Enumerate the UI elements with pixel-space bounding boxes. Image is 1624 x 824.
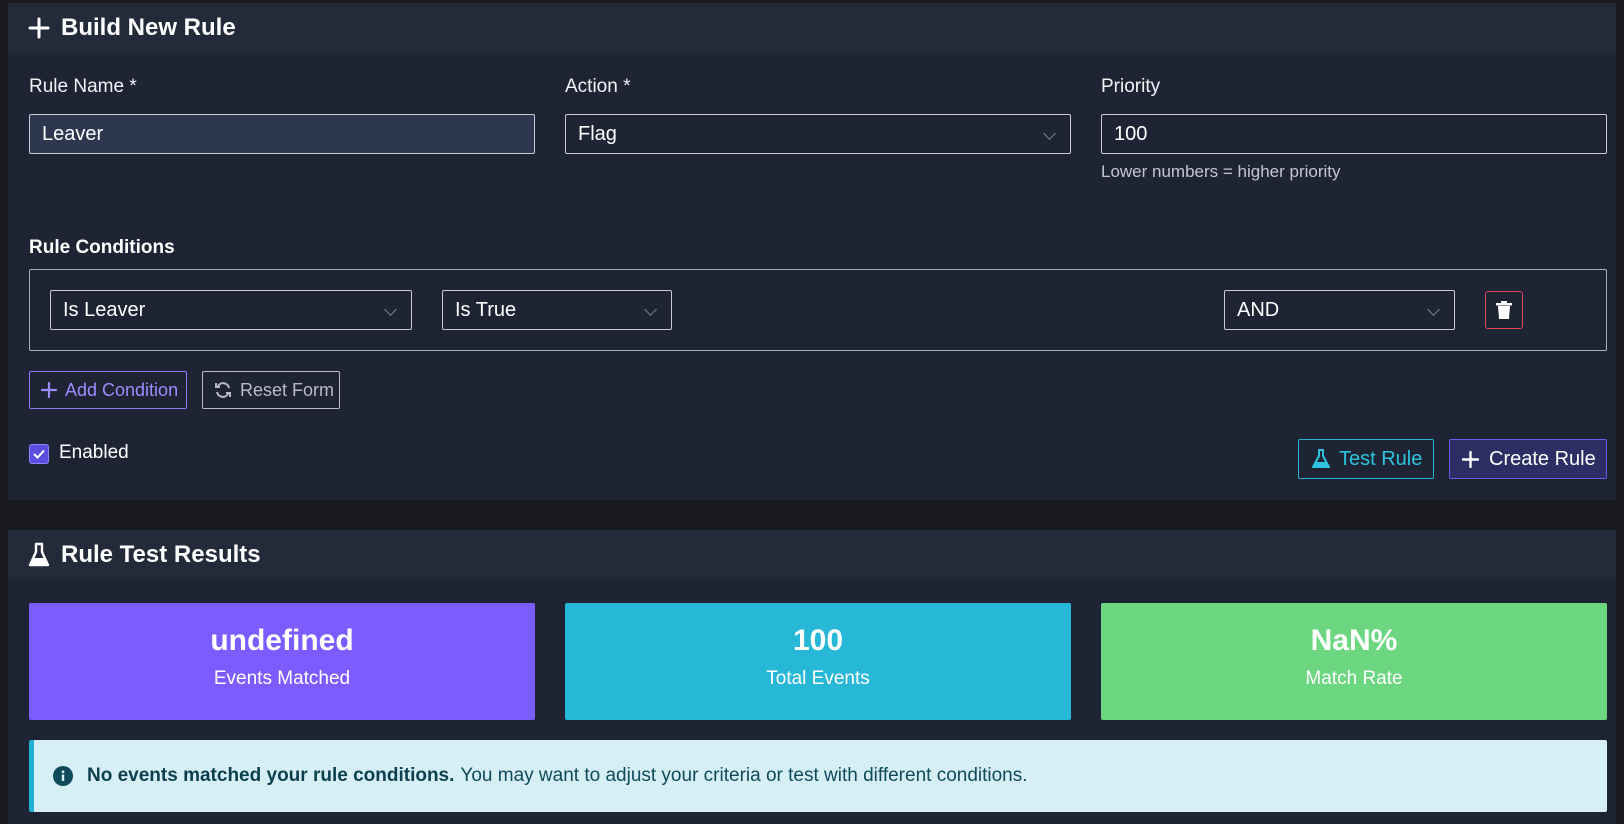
rule-name-label: Rule Name * — [29, 76, 137, 97]
plus-icon — [41, 382, 57, 398]
test-results-title: Rule Test Results — [61, 541, 261, 568]
test-rule-label: Test Rule — [1339, 447, 1423, 470]
stat-total-events: 100 Total Events — [565, 603, 1071, 720]
stat-match-rate: NaN% Match Rate — [1101, 603, 1607, 720]
condition-field-value: Is Leaver — [63, 298, 146, 321]
build-rule-header: Build New Rule — [8, 3, 1616, 53]
stat-value: NaN% — [1310, 624, 1398, 657]
action-select[interactable]: Flag — [565, 114, 1071, 154]
chevron-down-icon — [644, 303, 657, 316]
priority-label: Priority — [1101, 76, 1161, 97]
condition-operator-select[interactable]: Is True — [442, 290, 672, 330]
plus-icon — [1462, 450, 1479, 468]
create-rule-button[interactable]: Create Rule — [1449, 439, 1607, 479]
condition-operator-value: Is True — [455, 298, 517, 321]
refresh-icon — [214, 381, 232, 399]
rule-name-input[interactable]: Leaver — [29, 114, 535, 154]
priority-hint: Lower numbers = higher priority — [1101, 162, 1341, 181]
test-results-header: Rule Test Results — [8, 530, 1616, 580]
flask-icon — [1312, 449, 1330, 469]
condition-field-select[interactable]: Is Leaver — [50, 290, 412, 330]
stat-events-matched: undefined Events Matched — [29, 603, 535, 720]
chevron-down-icon — [1427, 303, 1440, 316]
condition-logic-value: AND — [1237, 298, 1280, 321]
flask-icon — [27, 542, 51, 567]
no-match-alert: No events matched your rule conditions. … — [29, 740, 1607, 812]
enabled-checkbox[interactable] — [29, 444, 49, 464]
create-rule-label: Create Rule — [1489, 447, 1596, 470]
action-select-value: Flag — [578, 122, 617, 145]
chevron-down-icon — [384, 303, 397, 316]
add-condition-button[interactable]: Add Condition — [29, 371, 187, 409]
check-icon — [33, 449, 45, 459]
plus-icon — [27, 16, 51, 40]
stat-value: undefined — [210, 624, 354, 657]
build-rule-card: Build New Rule — [8, 3, 1616, 500]
reset-form-button[interactable]: Reset Form — [202, 371, 340, 409]
stat-value: 100 — [792, 624, 844, 657]
chevron-down-icon — [1043, 127, 1056, 140]
build-rule-title: Build New Rule — [61, 14, 236, 41]
alert-text: You may want to adjust your criteria or … — [460, 765, 1028, 786]
action-label: Action * — [565, 76, 631, 97]
trash-icon — [1496, 301, 1512, 319]
info-icon — [53, 766, 73, 786]
stat-label: Match Rate — [1305, 668, 1403, 689]
reset-form-label: Reset Form — [240, 379, 335, 400]
enabled-label: Enabled — [59, 442, 129, 463]
add-condition-label: Add Condition — [65, 379, 179, 400]
alert-strong-text: No events matched your rule conditions. — [87, 765, 455, 786]
stat-label: Total Events — [766, 668, 870, 689]
rule-conditions-title: Rule Conditions — [29, 237, 175, 258]
stat-label: Events Matched — [213, 668, 351, 689]
test-rule-button[interactable]: Test Rule — [1298, 439, 1434, 479]
delete-condition-button[interactable] — [1485, 291, 1523, 329]
condition-logic-select[interactable]: AND — [1224, 290, 1455, 330]
priority-input[interactable]: 100 — [1101, 114, 1607, 154]
